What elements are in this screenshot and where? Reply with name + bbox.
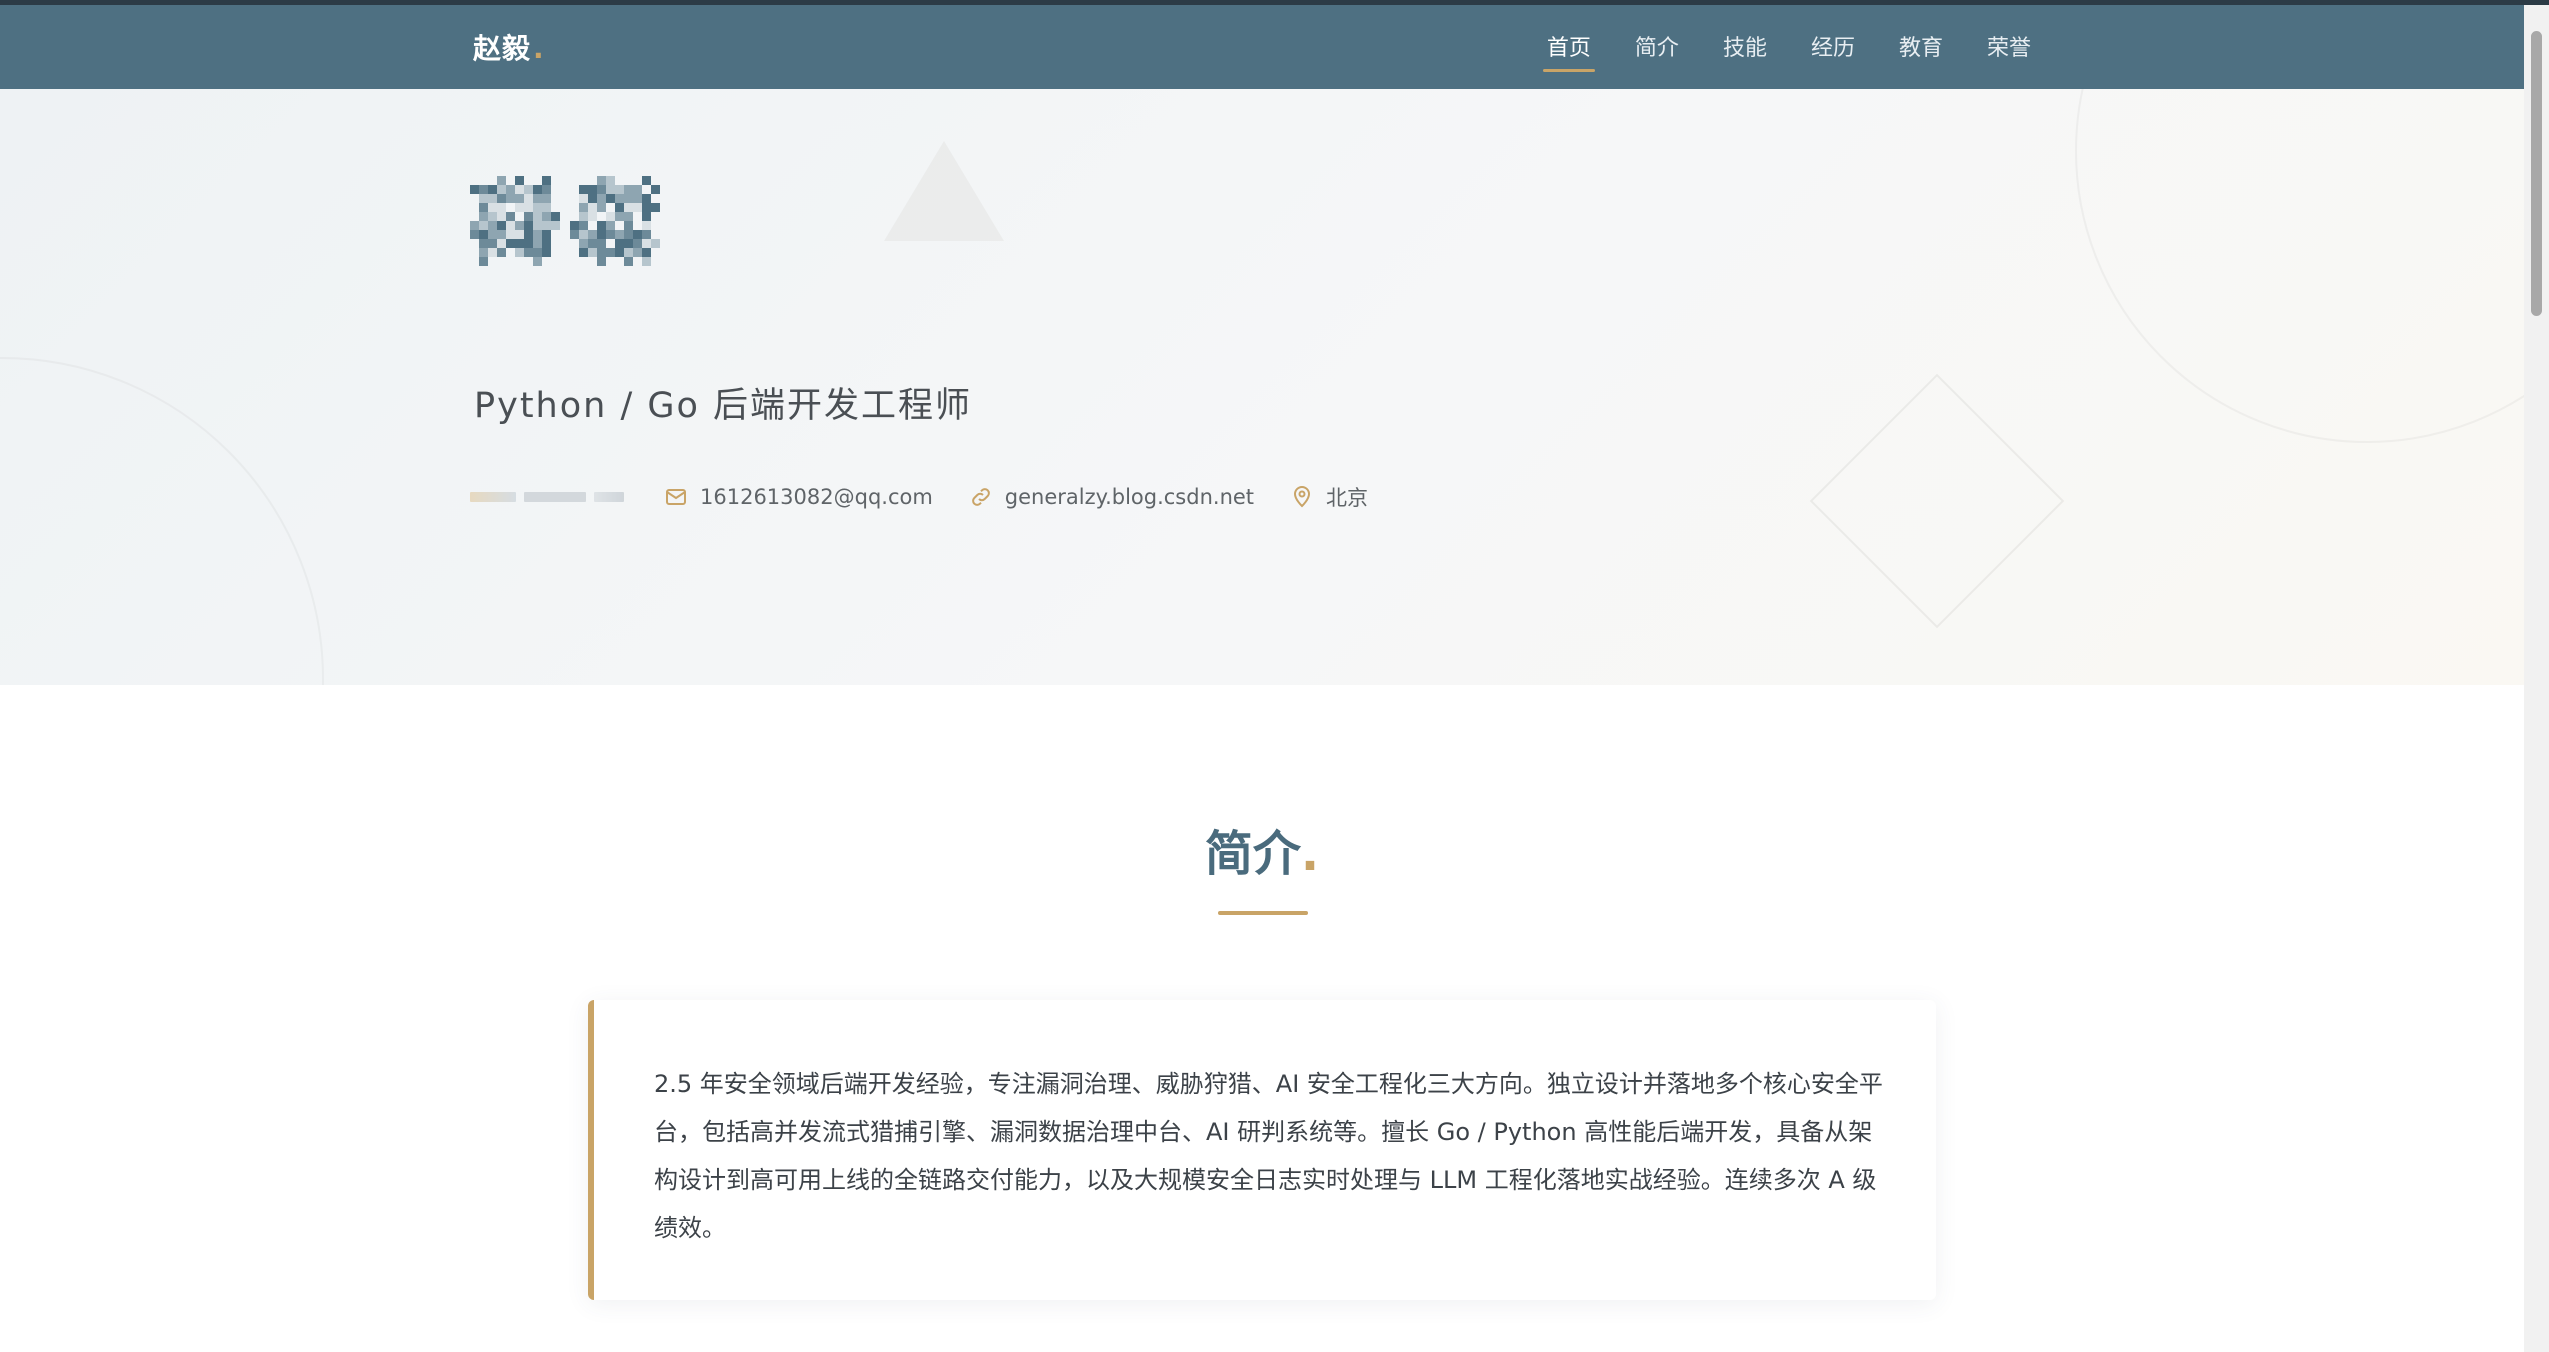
brand-name: 赵毅 xyxy=(473,32,532,65)
intro-paragraph: 2.5 年安全领域后端开发经验，专注漏洞治理、威胁狩猎、AI 安全工程化三大方向… xyxy=(654,1070,1883,1242)
nav-item-experience[interactable]: 经历 xyxy=(1811,31,1855,67)
section-title-intro: 简介. xyxy=(0,824,2524,884)
blog-link-text: generalzy.blog.csdn.net xyxy=(1004,485,1255,509)
contact-blog[interactable]: generalzy.blog.csdn.net xyxy=(969,485,1254,509)
page-viewport: 赵毅. 首页 简介 技能 经历 教育 荣誉 赵毅 Python / Go 后端开… xyxy=(0,0,2524,1352)
brand-logo[interactable]: 赵毅. xyxy=(473,31,545,67)
mail-icon xyxy=(666,489,686,505)
contact-location: 北京 xyxy=(1290,482,1368,512)
link-icon xyxy=(971,488,990,506)
intro-card: 2.5 年安全领域后端开发经验，专注漏洞治理、威胁狩猎、AI 安全工程化三大方向… xyxy=(588,1000,1936,1300)
hero-name-pixelated: 赵毅 xyxy=(470,176,660,266)
nav-item-honors[interactable]: 荣誉 xyxy=(1987,31,2031,67)
decorative-diamond xyxy=(1809,373,2065,629)
pixelated-name-char xyxy=(470,176,560,266)
hero-subtitle: Python / Go 后端开发工程师 xyxy=(474,386,973,426)
phone-number-redacted xyxy=(470,492,624,502)
location-text: 北京 xyxy=(1326,486,1369,510)
decorative-triangle xyxy=(884,141,1004,241)
vertical-scrollbar[interactable] xyxy=(2524,5,2549,1352)
email-text: 1612613082@qq.com xyxy=(700,485,933,509)
pixelated-name-char xyxy=(570,176,660,266)
nav-menu: 首页 简介 技能 经历 教育 荣誉 xyxy=(1542,31,2031,72)
nav-item-home[interactable]: 首页 xyxy=(1542,31,1595,72)
section-title-text: 简介 xyxy=(1204,826,1301,882)
window-top-border xyxy=(0,0,2549,5)
decorative-circle xyxy=(2075,89,2524,443)
section-title-dot: . xyxy=(1300,826,1320,882)
scrollbar-thumb[interactable] xyxy=(2531,31,2542,316)
nav-item-education[interactable]: 教育 xyxy=(1899,31,1943,67)
brand-dot: . xyxy=(533,32,545,65)
top-navbar: 赵毅. 首页 简介 技能 经历 教育 荣誉 xyxy=(0,5,2524,89)
nav-item-intro[interactable]: 简介 xyxy=(1635,31,1679,67)
nav-item-skills[interactable]: 技能 xyxy=(1723,31,1767,67)
location-pin-icon xyxy=(1294,486,1311,508)
section-title-underline xyxy=(1218,911,1308,915)
contact-email[interactable]: 1612613082@qq.com xyxy=(664,485,933,509)
decorative-circle xyxy=(0,357,324,685)
hero-section xyxy=(0,89,2524,685)
contact-row: 1612613082@qq.com generalzy.blog.csdn.ne… xyxy=(470,482,1404,512)
